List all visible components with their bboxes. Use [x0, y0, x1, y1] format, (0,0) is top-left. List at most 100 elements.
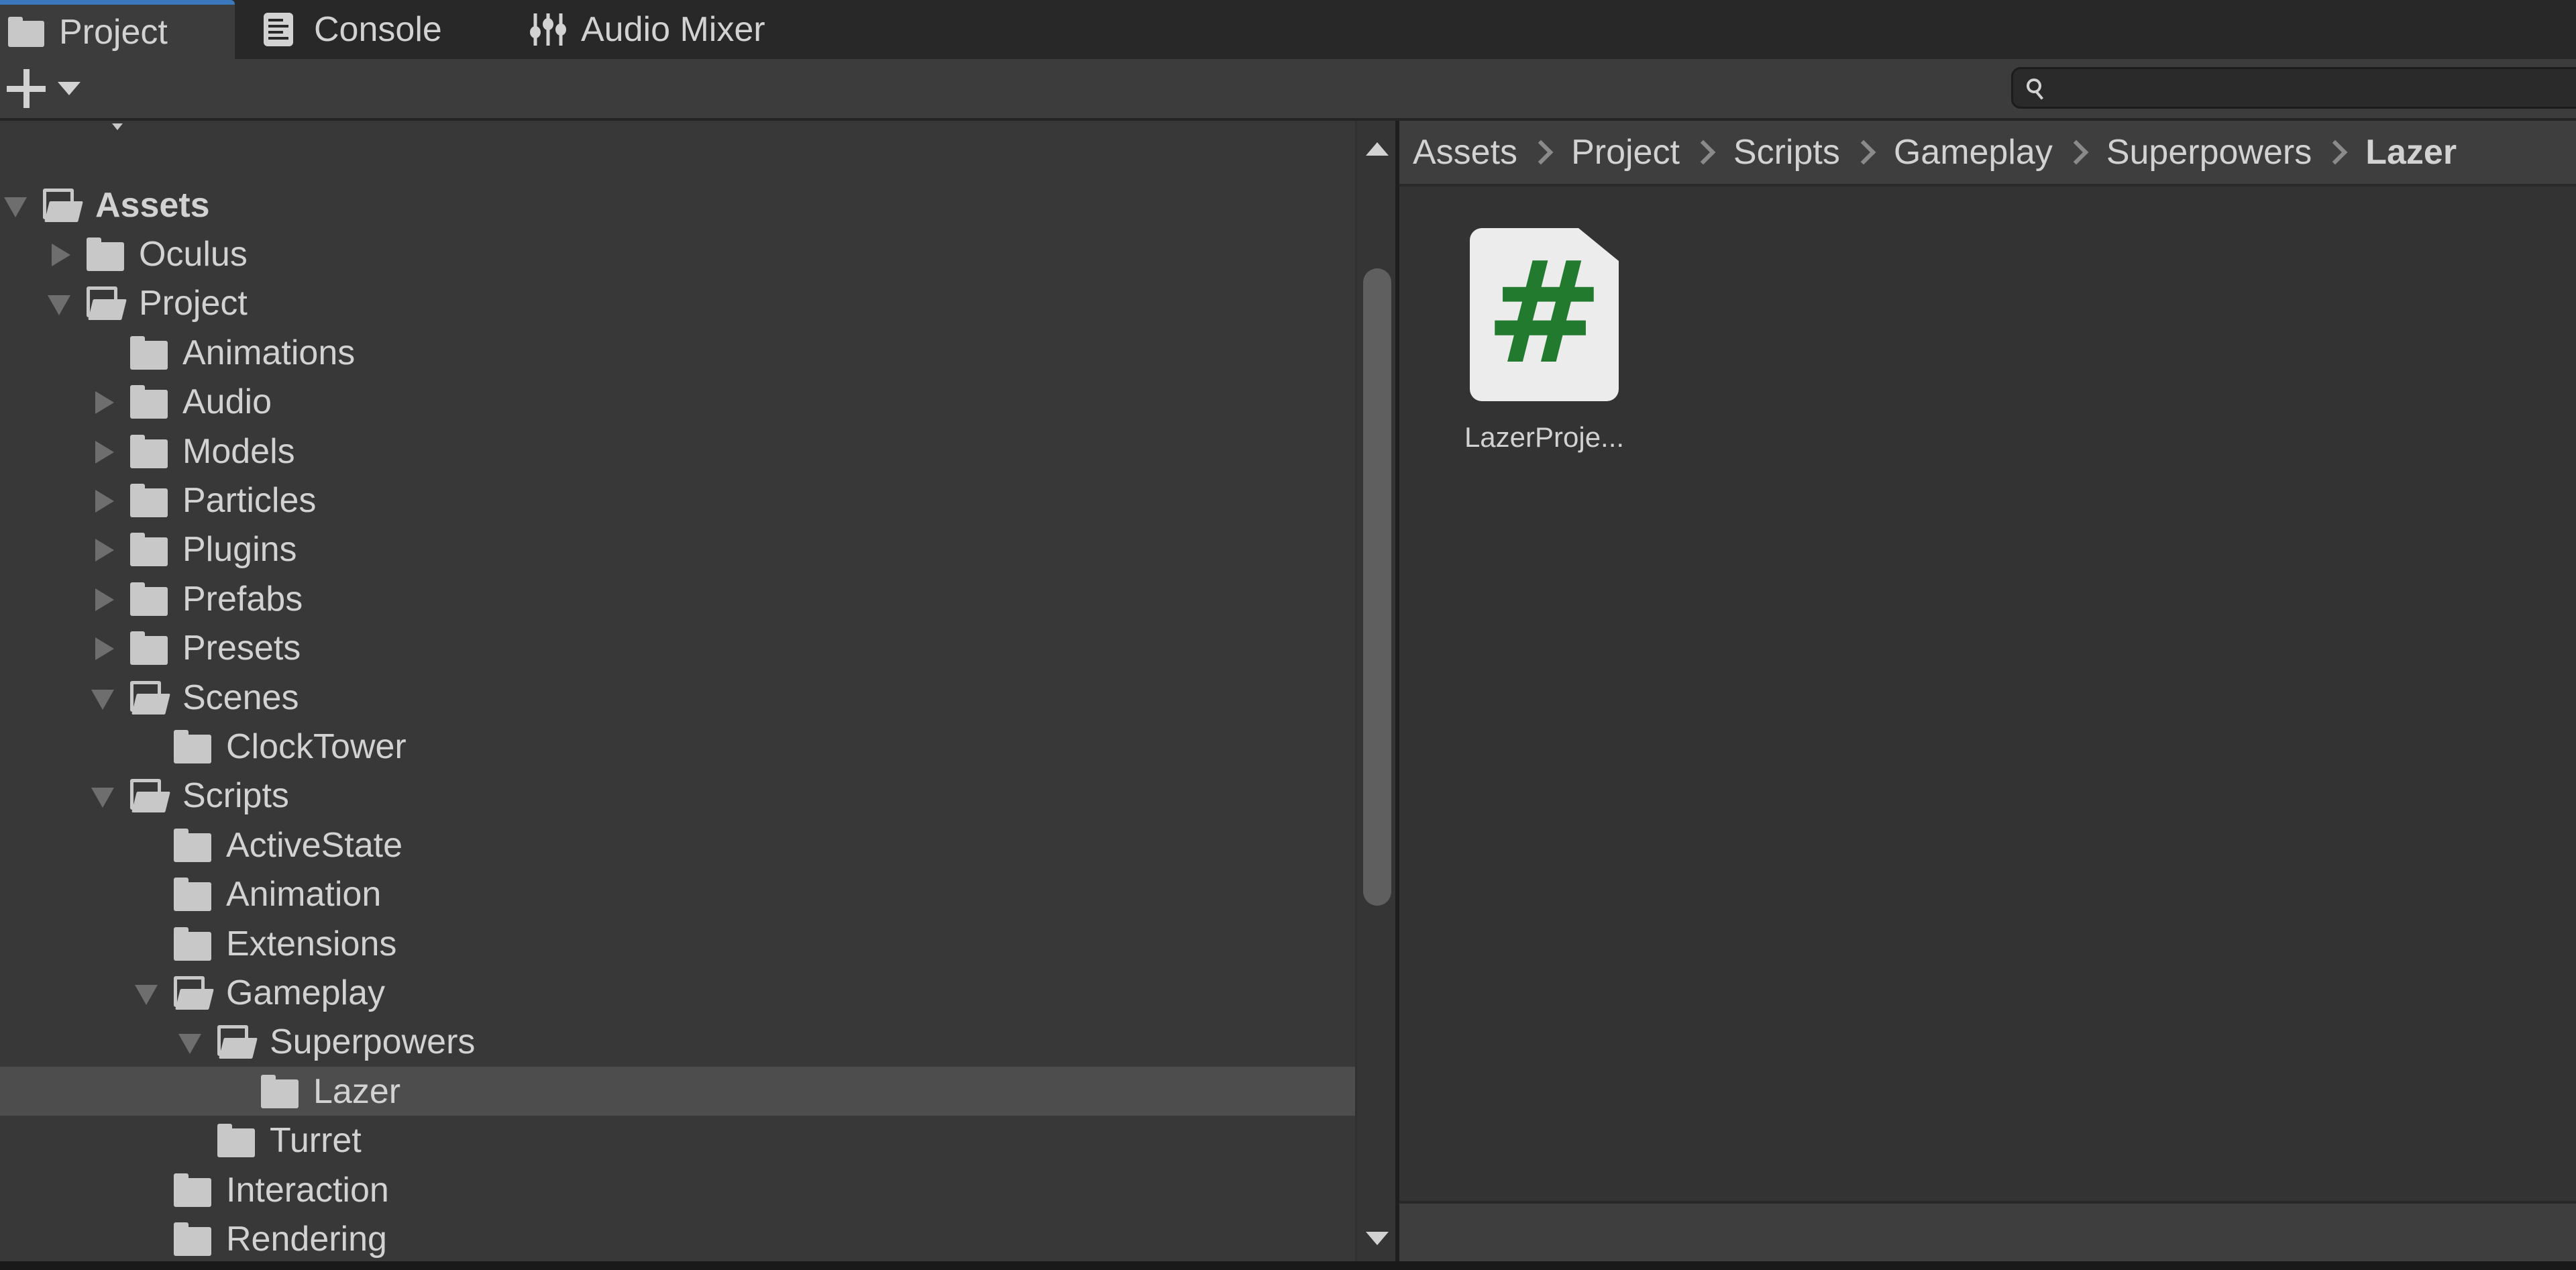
- console-icon: [263, 12, 299, 47]
- tree-item-label: Plugins: [182, 530, 297, 570]
- tree-item-label: Oculus: [139, 234, 248, 274]
- tab-label: Audio Mixer: [581, 10, 765, 49]
- asset-item[interactable]: # LazerProje...: [1450, 228, 1638, 454]
- folder-icon: [174, 1173, 211, 1207]
- tree-item-label: Models: [182, 431, 295, 471]
- expand-arrow-right-icon[interactable]: [90, 487, 117, 514]
- tab-audio-mixer[interactable]: Audio Mixer: [483, 0, 818, 59]
- create-asset-button[interactable]: [7, 68, 80, 109]
- tab-label: Project: [59, 12, 168, 52]
- expand-arrow-down-icon[interactable]: [90, 782, 117, 809]
- folder-open-icon: [174, 975, 211, 1010]
- scroll-down-arrow-icon[interactable]: [1366, 1232, 1389, 1245]
- no-arrow-spacer: [221, 1078, 248, 1105]
- chevron-right-icon: [2063, 140, 2089, 165]
- breadcrumb-item-scripts[interactable]: Scripts: [1733, 132, 1840, 172]
- clipped-row-glyph: [112, 123, 123, 130]
- tree-item-plugins[interactable]: Plugins: [0, 525, 1355, 574]
- expand-arrow-down-icon[interactable]: [90, 684, 117, 711]
- folder-tree: Assets Oculus Project Animations Audio Models…: [0, 121, 1355, 1261]
- scroll-up-arrow-icon[interactable]: [1366, 142, 1389, 156]
- tree-item-label: Superpowers: [270, 1022, 476, 1062]
- no-arrow-spacer: [133, 1226, 160, 1253]
- breadcrumb: Assets Project Scripts Gameplay Superpowers L…: [1399, 121, 2576, 187]
- tree-item-oculus[interactable]: Oculus: [0, 229, 1355, 278]
- tree-item-label: Extensions: [226, 924, 397, 963]
- tree-item-label: Animation: [226, 875, 382, 914]
- tree-item-label: Assets: [95, 185, 210, 225]
- breadcrumb-item-superpowers[interactable]: Superpowers: [2106, 132, 2312, 172]
- folder-icon: [87, 237, 124, 271]
- expand-arrow-right-icon[interactable]: [90, 586, 117, 613]
- expand-arrow-down-icon[interactable]: [177, 1028, 204, 1055]
- tree-item-label: Scripts: [182, 776, 289, 816]
- tree-item-turret[interactable]: Turret: [0, 1116, 1355, 1165]
- tree-item-scripts[interactable]: Scripts: [0, 772, 1355, 821]
- asset-label: LazerProje...: [1464, 421, 1625, 453]
- tree-item-label: Particles: [182, 480, 317, 520]
- expand-arrow-down-icon[interactable]: [46, 290, 73, 317]
- folder-icon: [130, 533, 168, 567]
- tree-item-audio[interactable]: Audio: [0, 378, 1355, 427]
- folder-icon: [174, 878, 211, 912]
- folder-icon: [174, 1222, 211, 1256]
- tree-item-particles[interactable]: Particles: [0, 476, 1355, 525]
- folder-open-icon: [87, 286, 124, 320]
- chevron-right-icon: [1528, 140, 1554, 165]
- csharp-script-icon: #: [1470, 228, 1619, 401]
- expand-arrow-down-icon[interactable]: [133, 980, 160, 1006]
- expand-arrow-right-icon[interactable]: [90, 388, 117, 415]
- tree-item-models[interactable]: Models: [0, 427, 1355, 476]
- tree-item-activestate[interactable]: ActiveState: [0, 821, 1355, 869]
- expand-arrow-right-icon[interactable]: [90, 438, 117, 465]
- tree-item-animations[interactable]: Animations: [0, 328, 1355, 377]
- tree-item-label: Rendering: [226, 1219, 387, 1259]
- tree-item-scenes[interactable]: Scenes: [0, 673, 1355, 722]
- tree-item-project[interactable]: Project: [0, 279, 1355, 328]
- folder-icon: [261, 1074, 299, 1108]
- tree-item-label: Interaction: [226, 1170, 389, 1210]
- no-arrow-spacer: [177, 1127, 204, 1154]
- tree-item-label: ClockTower: [226, 727, 407, 766]
- breadcrumb-item-gameplay[interactable]: Gameplay: [1894, 132, 2053, 172]
- tab-project[interactable]: Project: [0, 0, 235, 59]
- tree-item-prefabs[interactable]: Prefabs: [0, 574, 1355, 623]
- plus-icon: [7, 69, 46, 108]
- tree-item-label: Presets: [182, 629, 301, 668]
- tree-scrollbar[interactable]: [1355, 121, 1395, 1261]
- tree-item-extensions[interactable]: Extensions: [0, 919, 1355, 968]
- tree-item-clocktower[interactable]: ClockTower: [0, 722, 1355, 771]
- no-arrow-spacer: [133, 733, 160, 760]
- folder-icon: [130, 335, 168, 370]
- breadcrumb-item-assets[interactable]: Assets: [1413, 132, 1517, 172]
- tree-item-assets[interactable]: Assets: [0, 180, 1355, 229]
- expand-arrow-right-icon[interactable]: [90, 635, 117, 662]
- tree-item-gameplay[interactable]: Gameplay: [0, 968, 1355, 1017]
- tree-item-label: ActiveState: [226, 825, 403, 865]
- folder-open-icon: [217, 1025, 255, 1059]
- chevron-right-icon: [1851, 140, 1876, 165]
- tree-item-animation[interactable]: Animation: [0, 870, 1355, 919]
- search-field[interactable]: [2011, 67, 2576, 109]
- tab-console[interactable]: Console: [235, 0, 483, 59]
- expand-arrow-down-icon[interactable]: [3, 192, 30, 219]
- expand-arrow-right-icon[interactable]: [46, 241, 73, 268]
- tree-item-lazer[interactable]: Lazer: [0, 1067, 1355, 1116]
- breadcrumb-item-lazer[interactable]: Lazer: [2365, 132, 2457, 172]
- chevron-right-icon: [1690, 140, 1716, 165]
- status-bar: [1399, 1201, 2576, 1261]
- expand-arrow-right-icon[interactable]: [90, 536, 117, 563]
- tree-item-rendering[interactable]: Rendering: [0, 1214, 1355, 1261]
- folder-icon: [130, 582, 168, 616]
- tree-item-label: Animations: [182, 333, 356, 372]
- folder-open-icon: [130, 680, 168, 715]
- folder-icon: [217, 1124, 255, 1158]
- tree-item-superpowers[interactable]: Superpowers: [0, 1018, 1355, 1067]
- tree-item-interaction[interactable]: Interaction: [0, 1165, 1355, 1214]
- breadcrumb-item-project[interactable]: Project: [1571, 132, 1680, 172]
- tree-item-presets[interactable]: Presets: [0, 624, 1355, 673]
- search-input[interactable]: [2060, 69, 2573, 108]
- tab-bar: Project Console Audio Mixer: [0, 0, 2576, 59]
- scrollbar-thumb[interactable]: [1363, 268, 1391, 906]
- no-arrow-spacer: [90, 339, 117, 366]
